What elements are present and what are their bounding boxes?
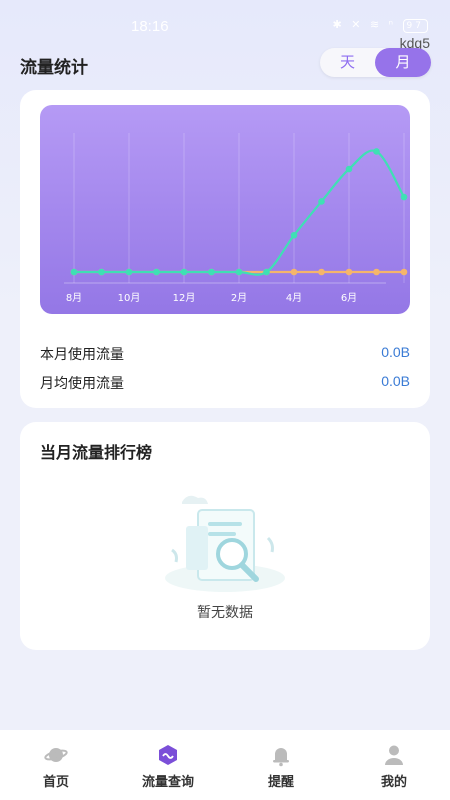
- ranking-card: 当月流量排行榜 暂无数据: [20, 422, 430, 650]
- traffic-icon: [159, 745, 177, 765]
- chart-point: [400, 268, 408, 276]
- page-title: 流量统计: [20, 58, 88, 78]
- chart-point: [373, 268, 380, 276]
- chart-point: [180, 268, 188, 276]
- tab-reminder-label: 提醒: [267, 775, 294, 790]
- battery-icon: 97: [402, 19, 428, 33]
- chart-point: [400, 193, 408, 201]
- chart-point: [345, 165, 353, 173]
- status-indicator-icons: ✱ ✕ ≋ ⁿ: [332, 18, 397, 31]
- tab-home-label: 首页: [42, 775, 69, 790]
- chart-point: [345, 268, 353, 276]
- period-toggle: 天 月: [320, 48, 431, 77]
- chart-point: [263, 268, 270, 276]
- planet-icon: [44, 748, 68, 762]
- tab-home[interactable]: 首页: [0, 730, 112, 800]
- chart-point: [318, 268, 325, 276]
- chart-point: [208, 268, 215, 276]
- this-month-usage-label: 本月使用流量: [40, 347, 124, 363]
- usage-chart-svg: 8月 10月 12月 2月 4月 6月: [64, 133, 408, 304]
- status-time: 18:16: [131, 18, 169, 35]
- chart-x-tick-label: 10月: [118, 292, 141, 304]
- tab-reminder[interactable]: 提醒: [225, 730, 337, 800]
- ranking-title: 当月流量排行榜: [40, 443, 153, 462]
- tab-profile[interactable]: 我的: [338, 730, 450, 800]
- empty-document-search-icon: [165, 495, 285, 592]
- tab-traffic-query-label: 流量查询: [141, 775, 194, 790]
- toggle-month-button[interactable]: 月: [375, 48, 431, 77]
- empty-state-text: 暂无数据: [197, 605, 253, 621]
- tab-profile-label: 我的: [380, 775, 407, 790]
- chart-x-tick-label: 8月: [66, 292, 82, 304]
- usage-card: 8月 10月 12月 2月 4月 6月 本月使用流量 0.0B 月均使用流量 0.0B: [20, 90, 430, 408]
- user-icon: [385, 745, 403, 765]
- chart-point: [318, 198, 325, 205]
- chart-point: [125, 268, 133, 276]
- status-bar: 18:16 ✱ ✕ ≋ ⁿ 97: [0, 0, 450, 50]
- avg-month-usage-row: 月均使用流量 0.0B: [40, 373, 410, 395]
- chart-x-tick-label: 6月: [341, 292, 357, 304]
- this-month-usage-row: 本月使用流量 0.0B: [40, 344, 410, 366]
- chart-point: [373, 148, 380, 155]
- avg-month-usage-value: 0.0B: [381, 373, 410, 389]
- bell-icon: [273, 748, 289, 767]
- usage-chart: 8月 10月 12月 2月 4月 6月: [40, 105, 410, 314]
- chart-point: [70, 268, 78, 276]
- chart-x-tick-label: 2月: [231, 292, 247, 304]
- tab-traffic-query[interactable]: 流量查询: [112, 730, 224, 800]
- this-month-usage-value: 0.0B: [381, 344, 410, 360]
- avg-month-usage-label: 月均使用流量: [40, 376, 124, 392]
- chart-point: [290, 268, 298, 276]
- chart-point: [153, 268, 160, 276]
- chart-point: [290, 231, 298, 239]
- chart-x-tick-label: 4月: [286, 292, 302, 304]
- chart-point: [98, 268, 105, 276]
- chart-x-tick-label: 12月: [173, 292, 196, 304]
- chart-point: [235, 268, 243, 276]
- bottom-tab-bar: 首页 流量查询 提醒 我的: [0, 730, 450, 800]
- status-icons: ✱ ✕ ≋ ⁿ 97: [333, 18, 428, 33]
- toggle-day-button[interactable]: 天: [320, 48, 375, 77]
